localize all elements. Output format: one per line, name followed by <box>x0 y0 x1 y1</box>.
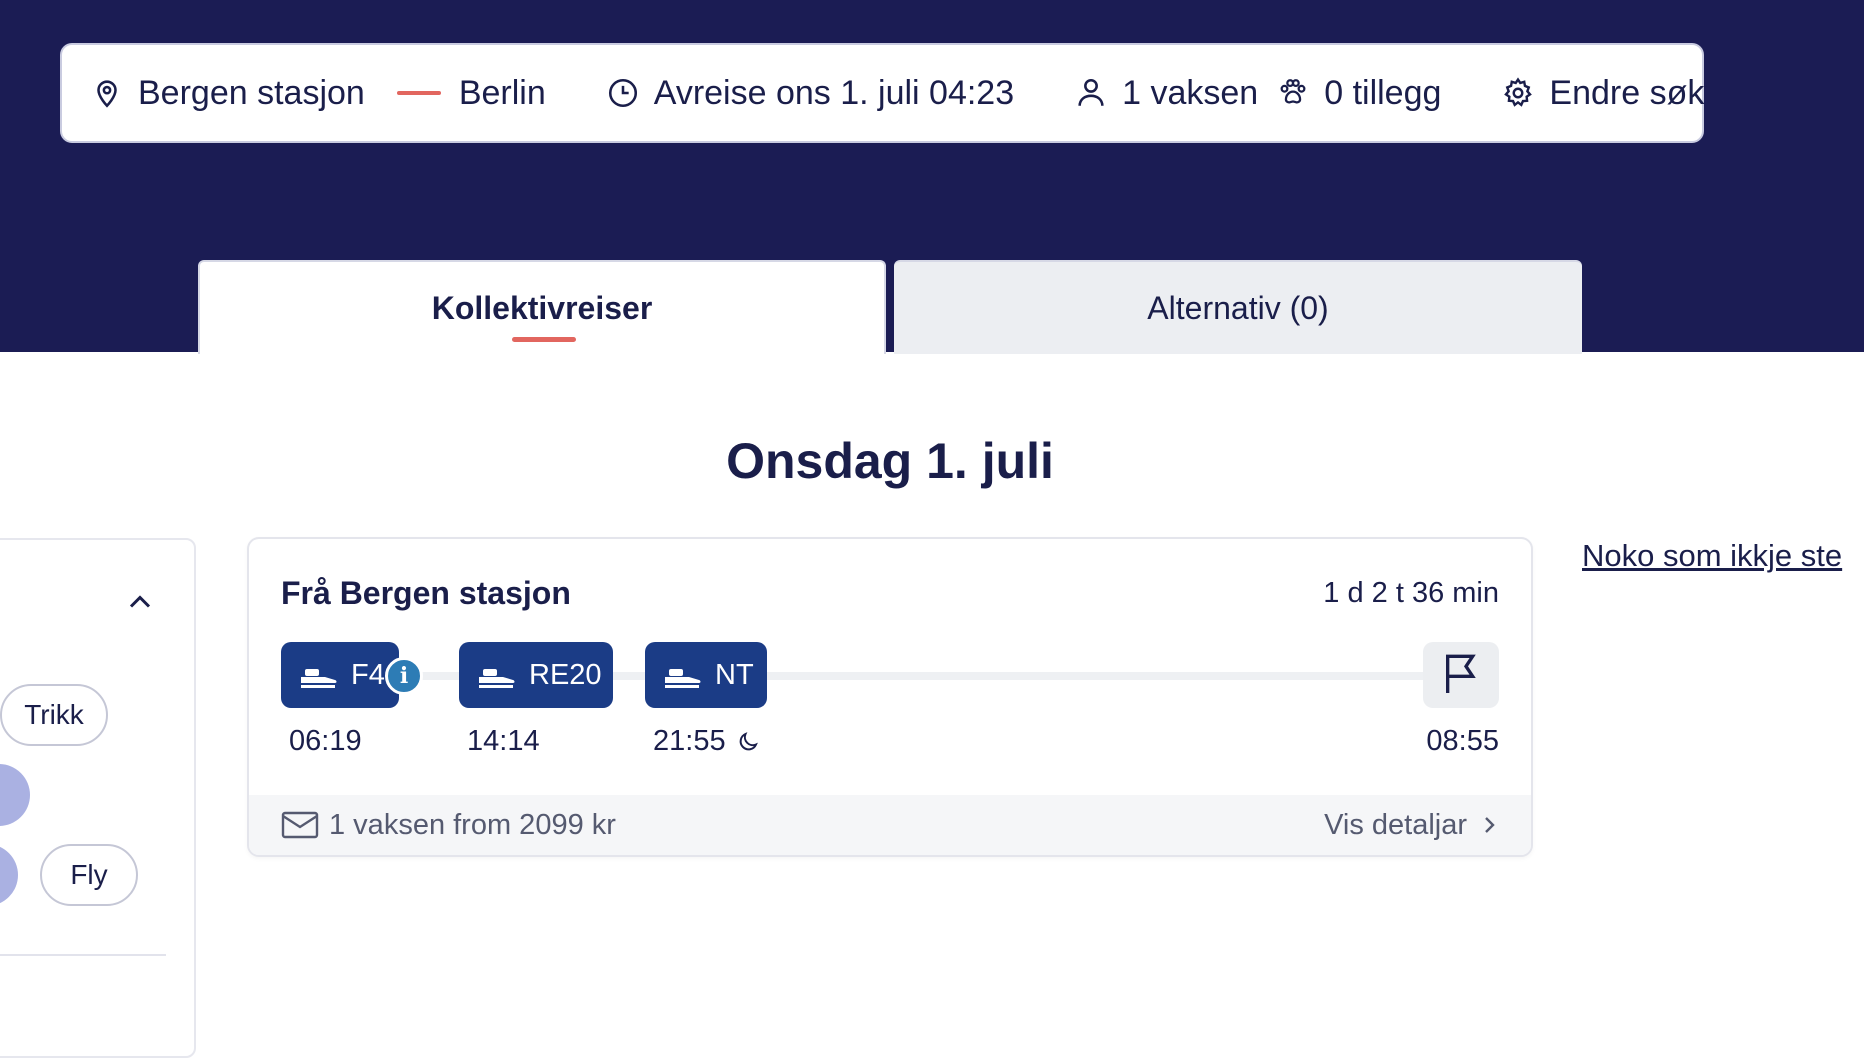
travelers-summary[interactable]: 1 vaksen 0 tillegg <box>1074 74 1441 113</box>
filter-chip-trikk[interactable]: Trikk <box>0 684 108 746</box>
chevron-up-icon[interactable] <box>122 584 158 620</box>
trip-card-footer: 1 vaksen from 2099 kr Vis detaljar <box>249 795 1531 855</box>
person-icon <box>1074 76 1108 110</box>
tab-label: Alternativ (0) <box>1147 289 1329 326</box>
info-icon[interactable]: i <box>385 657 423 695</box>
destination-flag <box>1423 642 1499 708</box>
tab-alternativ[interactable]: Alternativ (0) <box>894 260 1582 354</box>
show-details-link[interactable]: Vis detaljar <box>1324 809 1499 842</box>
to-station: Berlin <box>458 73 546 112</box>
clock-icon <box>606 76 640 110</box>
leg-badge-re20[interactable]: RE20 <box>459 642 613 708</box>
train-icon <box>299 661 339 689</box>
location-pin-icon <box>90 76 124 110</box>
feedback-link[interactable]: Noko som ikkje ste <box>1582 538 1842 574</box>
departure-summary[interactable]: Avreise ons 1. juli 04:23 <box>606 74 1014 113</box>
leg-departure-time: 06:19 <box>289 725 362 757</box>
train-icon <box>663 661 703 689</box>
flag-icon <box>1441 651 1481 700</box>
leg-line: F4 <box>351 658 385 691</box>
extras-text: 0 tillegg <box>1324 73 1442 112</box>
leg-badge-f4[interactable]: F4 <box>281 642 399 708</box>
leg-line: RE20 <box>529 658 602 691</box>
search-summary-bar: Bergen stasjon Berlin Avreise ons 1. jul… <box>60 43 1704 143</box>
paw-icon <box>1276 76 1310 110</box>
filter-chip-selected[interactable] <box>0 844 18 906</box>
trip-origin: Frå Bergen stasjon <box>281 575 571 611</box>
chevron-right-icon <box>1481 813 1499 837</box>
divider <box>0 954 166 956</box>
ticket-icon <box>281 810 319 840</box>
route-summary[interactable]: Bergen stasjon Berlin <box>90 74 546 113</box>
travelers-text: 1 vaksen <box>1122 73 1259 112</box>
leg-line: NT <box>715 658 754 691</box>
active-tab-indicator <box>512 337 576 342</box>
leg-departure-time: 21:55 <box>653 725 726 757</box>
chip-label: Fly <box>70 859 108 890</box>
price-text: 1 vaksen from 2099 kr <box>329 808 616 841</box>
train-icon <box>477 661 517 689</box>
gear-icon <box>1501 76 1535 110</box>
price-info: 1 vaksen from 2099 kr <box>281 809 616 842</box>
tab-kollektivreiser[interactable]: Kollektivreiser <box>198 260 886 354</box>
leg-badge-nt[interactable]: NT <box>645 642 767 708</box>
change-search-button[interactable]: Endre søk <box>1501 74 1704 113</box>
change-search-label: Endre søk <box>1549 73 1705 112</box>
leg-departure-time-night: 21:55 <box>653 725 760 758</box>
trip-duration: 1 d 2 t 36 min <box>1323 577 1499 609</box>
leg-departure-time: 14:14 <box>467 725 540 757</box>
filter-chip-fly[interactable]: Fly <box>40 844 138 906</box>
details-label: Vis detaljar <box>1324 808 1467 841</box>
filter-panel: Trikk Fly <box>0 538 196 1058</box>
trip-card[interactable]: Frå Bergen stasjon 1 d 2 t 36 min F4 i R… <box>247 537 1533 857</box>
tab-label: Kollektivreiser <box>431 289 653 326</box>
from-station: Bergen stasjon <box>138 73 365 112</box>
filter-chip-selected[interactable] <box>0 764 30 826</box>
departure-text: Avreise ons 1. juli 04:23 <box>653 73 1015 112</box>
moon-icon <box>736 730 760 754</box>
chip-label: Trikk <box>24 699 84 730</box>
date-heading: Onsdag 1. juli <box>726 433 1054 489</box>
arrival-time: 08:55 <box>1426 725 1499 757</box>
route-dash <box>396 91 441 95</box>
